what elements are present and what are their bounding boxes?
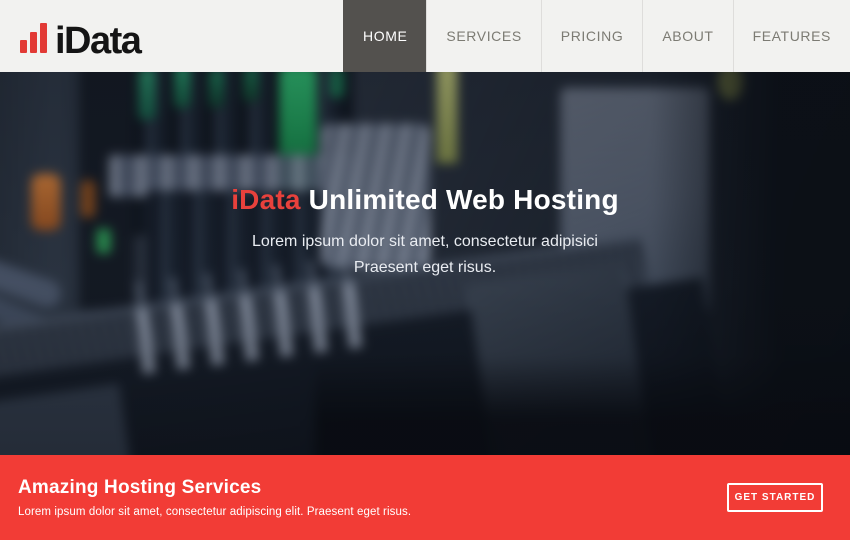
hero-section: iData Unlimited Web Hosting Lorem ipsum … — [0, 72, 850, 455]
hero-content: iData Unlimited Web Hosting Lorem ipsum … — [0, 184, 850, 281]
nav-item-about[interactable]: ABOUT — [642, 0, 732, 72]
nav-item-features[interactable]: FEATURES — [733, 0, 850, 72]
nav-item-pricing[interactable]: PRICING — [541, 0, 643, 72]
bar-chart-icon — [20, 23, 47, 56]
cta-heading: Amazing Hosting Services — [18, 477, 700, 499]
brand-logo[interactable]: iData — [20, 18, 140, 56]
get-started-button[interactable]: GET STARTED — [727, 483, 823, 512]
site-header: iData HOME SERVICES PRICING ABOUT FEATUR… — [0, 0, 850, 72]
nav-item-home[interactable]: HOME — [343, 0, 426, 72]
hero-title: iData Unlimited Web Hosting — [0, 184, 850, 216]
hero-subtitle-line1: Lorem ipsum dolor sit amet, consectetur … — [252, 233, 598, 250]
hero-subtitle: Lorem ipsum dolor sit amet, consectetur … — [0, 229, 850, 281]
brand-name: iData — [55, 26, 140, 56]
hero-subtitle-line2: Praesent eget risus. — [354, 259, 496, 276]
cta-description: Lorem ipsum dolor sit amet, consectetur … — [18, 506, 700, 518]
nav-item-services[interactable]: SERVICES — [426, 0, 540, 72]
idata-landing-page: iData HOME SERVICES PRICING ABOUT FEATUR… — [0, 0, 850, 540]
main-nav: HOME SERVICES PRICING ABOUT FEATURES — [343, 0, 850, 72]
hero-title-accent: iData — [231, 184, 300, 215]
cta-bar: Amazing Hosting Services Lorem ipsum dol… — [0, 455, 850, 540]
hero-title-rest: Unlimited Web Hosting — [309, 184, 619, 215]
